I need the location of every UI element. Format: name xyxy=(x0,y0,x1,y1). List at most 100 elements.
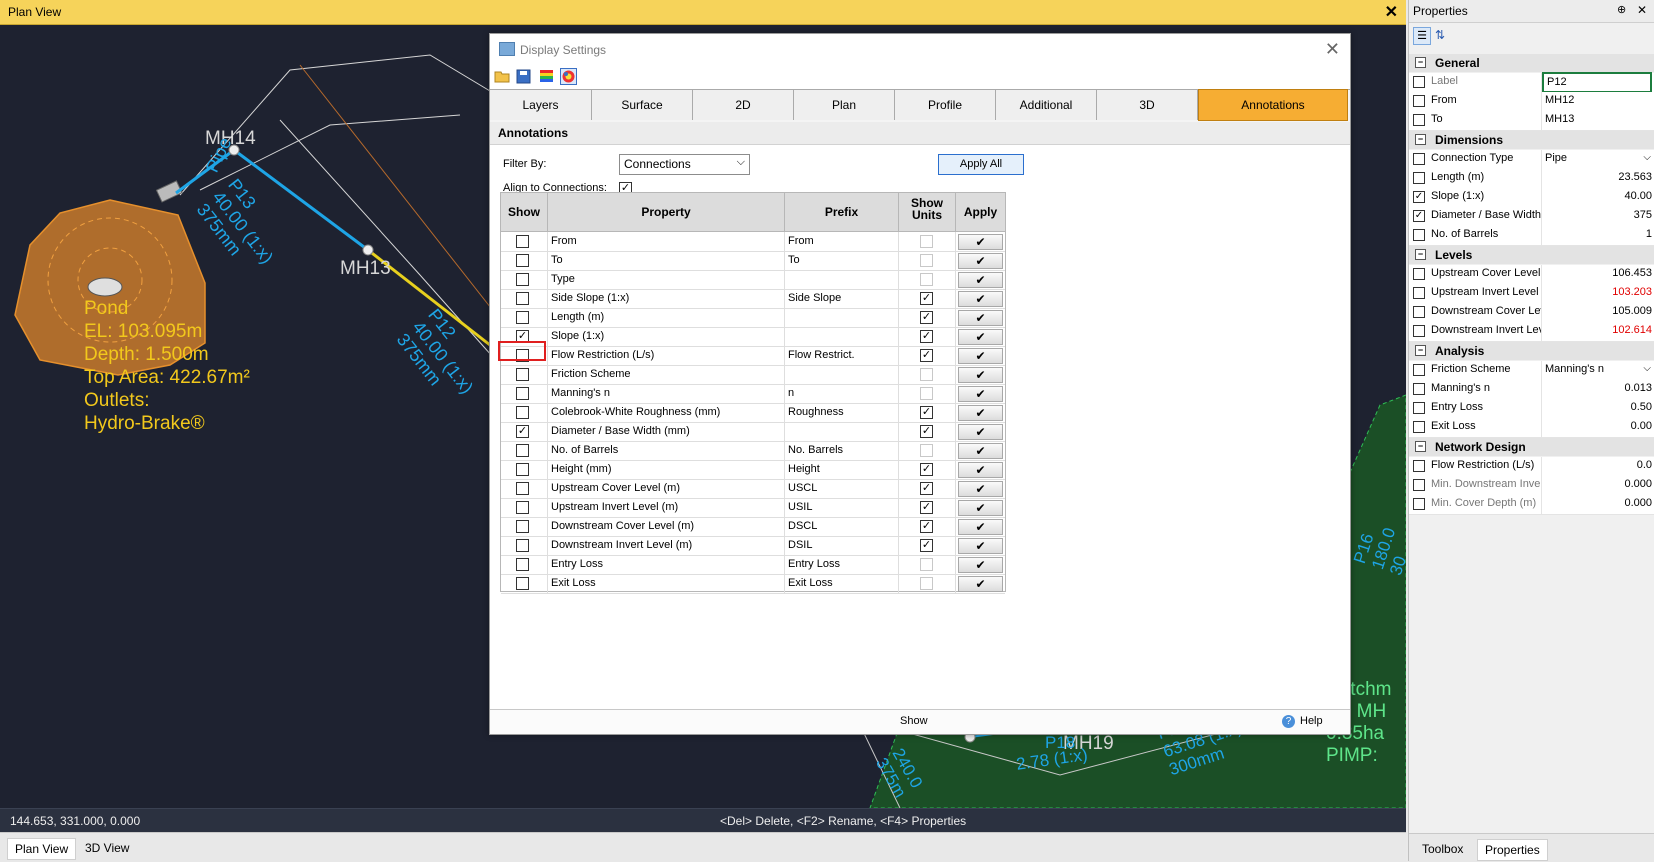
prefix-cell[interactable]: From xyxy=(785,232,899,251)
prefix-cell[interactable]: Height xyxy=(785,460,899,479)
property-category[interactable]: − General xyxy=(1409,54,1654,72)
apply-row-button[interactable]: ✔ xyxy=(958,329,1003,345)
collapse-icon[interactable]: − xyxy=(1415,345,1426,356)
show-units-checkbox[interactable]: ✓ xyxy=(920,539,933,552)
tab-annotations[interactable]: Annotations xyxy=(1198,89,1348,121)
prefix-cell[interactable] xyxy=(785,327,899,346)
show-checkbox[interactable] xyxy=(516,368,529,381)
property-checkbox[interactable] xyxy=(1413,268,1425,280)
property-checkbox[interactable] xyxy=(1413,306,1425,318)
property-checkbox[interactable] xyxy=(1413,460,1425,472)
tab-toolbox[interactable]: Toolbox xyxy=(1415,839,1470,859)
property-value[interactable]: Manning's n xyxy=(1542,361,1654,380)
show-units-checkbox[interactable]: ✓ xyxy=(920,349,933,362)
show-units-checkbox[interactable]: ✓ xyxy=(920,520,933,533)
property-row[interactable]: From MH12 xyxy=(1409,92,1654,112)
property-checkbox[interactable] xyxy=(1413,383,1425,395)
property-value[interactable]: 0.50 xyxy=(1542,399,1652,418)
prefix-cell[interactable]: Exit Loss xyxy=(785,574,899,593)
prefix-cell[interactable]: Flow Restrict. xyxy=(785,346,899,365)
show-units-checkbox[interactable]: ✓ xyxy=(920,501,933,514)
property-checkbox[interactable] xyxy=(1413,498,1425,510)
show-units-checkbox[interactable]: ✓ xyxy=(920,406,933,419)
prefix-cell[interactable]: To xyxy=(785,251,899,270)
property-row[interactable]: Upstream Cover Level 106.453 xyxy=(1409,265,1654,285)
show-checkbox[interactable] xyxy=(516,235,529,248)
apply-row-button[interactable]: ✔ xyxy=(958,424,1003,440)
show-checkbox[interactable] xyxy=(516,444,529,457)
property-value[interactable]: 0.00 xyxy=(1542,418,1652,437)
property-category[interactable]: − Levels xyxy=(1409,246,1654,264)
property-value[interactable]: 0.000 xyxy=(1542,476,1652,495)
property-value[interactable]: 0.0 xyxy=(1542,457,1652,476)
show-units-checkbox[interactable]: ✓ xyxy=(920,463,933,476)
apply-row-button[interactable]: ✔ xyxy=(958,443,1003,459)
show-units-checkbox[interactable]: ✓ xyxy=(920,425,933,438)
property-row[interactable]: Label P12 xyxy=(1409,72,1654,93)
filter-by-dropdown[interactable]: Connections ⌵ xyxy=(619,154,750,175)
property-row[interactable]: Friction Scheme Manning's n ⌵ xyxy=(1409,361,1654,381)
show-checkbox[interactable] xyxy=(516,539,529,552)
property-checkbox[interactable] xyxy=(1413,402,1425,414)
show-checkbox[interactable] xyxy=(516,520,529,533)
prefix-cell[interactable]: Roughness xyxy=(785,403,899,422)
show-checkbox[interactable] xyxy=(516,577,529,590)
property-row[interactable]: To MH13 xyxy=(1409,111,1654,131)
property-category[interactable]: − Network Design xyxy=(1409,438,1654,456)
property-checkbox[interactable]: ✓ xyxy=(1413,191,1425,203)
property-row[interactable]: ✓ Slope (1:x) 40.00 xyxy=(1409,188,1654,208)
property-row[interactable]: Downstream Invert Lev 102.614 xyxy=(1409,322,1654,342)
show-checkbox[interactable] xyxy=(516,273,529,286)
show-units-checkbox[interactable]: ✓ xyxy=(920,292,933,305)
property-checkbox[interactable] xyxy=(1413,229,1425,241)
property-row[interactable]: Length (m) 23.563 xyxy=(1409,169,1654,189)
show-checkbox[interactable] xyxy=(516,558,529,571)
show-checkbox[interactable] xyxy=(516,501,529,514)
open-folder-icon[interactable] xyxy=(494,68,511,85)
property-row[interactable]: Min. Downstream Inve 0.000 xyxy=(1409,476,1654,496)
tab-plan-view[interactable]: Plan View xyxy=(7,838,77,860)
property-checkbox[interactable] xyxy=(1413,421,1425,433)
color-bars-icon[interactable] xyxy=(538,68,555,85)
pin-icon[interactable]: ⊕ xyxy=(1617,3,1626,16)
prefix-cell[interactable]: n xyxy=(785,384,899,403)
apply-row-button[interactable]: ✔ xyxy=(958,291,1003,307)
property-value[interactable]: 102.614 xyxy=(1542,322,1652,341)
apply-row-button[interactable]: ✔ xyxy=(958,557,1003,573)
show-checkbox[interactable] xyxy=(516,387,529,400)
apply-row-button[interactable]: ✔ xyxy=(958,500,1003,516)
prefix-cell[interactable] xyxy=(785,270,899,289)
collapse-icon[interactable]: − xyxy=(1415,441,1426,452)
property-checkbox[interactable] xyxy=(1413,95,1425,107)
property-value[interactable]: Pipe xyxy=(1542,150,1654,169)
prefix-cell[interactable]: DSCL xyxy=(785,517,899,536)
property-value[interactable]: P12 xyxy=(1542,72,1652,93)
apply-row-button[interactable]: ✔ xyxy=(958,234,1003,250)
apply-row-button[interactable]: ✔ xyxy=(958,386,1003,402)
chevron-down-icon[interactable]: ⌵ xyxy=(1643,363,1651,374)
property-row[interactable]: Exit Loss 0.00 xyxy=(1409,418,1654,438)
show-checkbox[interactable] xyxy=(516,292,529,305)
property-row[interactable]: Downstream Cover Lev 105.009 xyxy=(1409,303,1654,323)
show-checkbox[interactable] xyxy=(516,254,529,267)
prefix-cell[interactable]: Entry Loss xyxy=(785,555,899,574)
property-value[interactable]: 23.563 xyxy=(1542,169,1652,188)
prefix-cell[interactable] xyxy=(785,365,899,384)
apply-row-button[interactable]: ✔ xyxy=(958,481,1003,497)
show-units-checkbox[interactable]: ✓ xyxy=(920,330,933,343)
prefix-cell[interactable] xyxy=(785,422,899,441)
show-checkbox[interactable] xyxy=(516,482,529,495)
property-value[interactable]: 105.009 xyxy=(1542,303,1652,322)
prefix-cell[interactable]: Side Slope xyxy=(785,289,899,308)
tab-profile[interactable]: Profile xyxy=(895,90,996,120)
apply-row-button[interactable]: ✔ xyxy=(958,405,1003,421)
property-checkbox[interactable] xyxy=(1413,76,1425,88)
dialog-close-icon[interactable]: ✕ xyxy=(1325,39,1340,60)
property-checkbox[interactable] xyxy=(1413,479,1425,491)
save-icon[interactable] xyxy=(515,68,532,85)
tab-additional[interactable]: Additional xyxy=(996,90,1097,120)
apply-row-button[interactable]: ✔ xyxy=(958,348,1003,364)
property-row[interactable]: ✓ Diameter / Base Width 375 xyxy=(1409,207,1654,227)
tab-3d[interactable]: 3D xyxy=(1097,90,1198,120)
prefix-cell[interactable]: USCL xyxy=(785,479,899,498)
